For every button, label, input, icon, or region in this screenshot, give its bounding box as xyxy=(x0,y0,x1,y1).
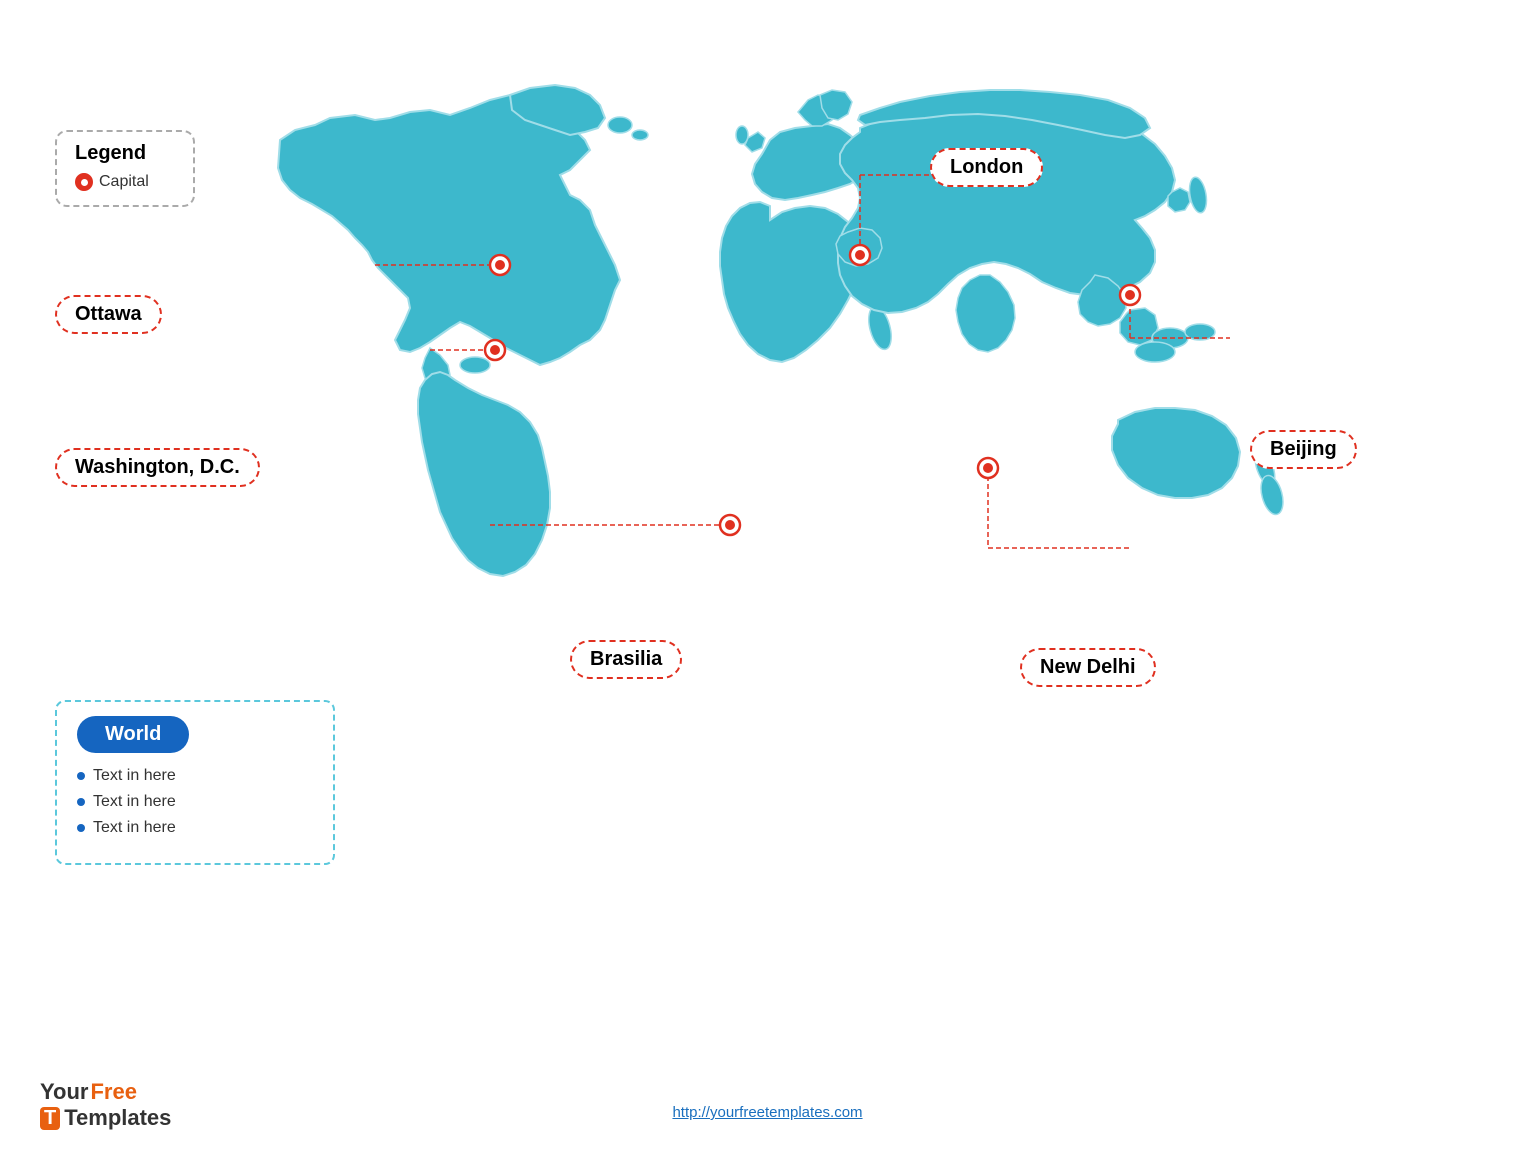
bullet-dot xyxy=(77,824,85,832)
main-container: Legend Capital xyxy=(0,0,1535,1151)
logo-t-icon: T xyxy=(40,1107,60,1130)
logo-area: Your Free T Templates xyxy=(40,1079,171,1131)
capital-label: Capital xyxy=(99,173,149,191)
ottawa-label: Ottawa xyxy=(55,295,162,334)
new-delhi-label: New Delhi xyxy=(1020,648,1156,687)
beijing-label: Beijing xyxy=(1250,430,1357,469)
capital-icon xyxy=(75,173,93,191)
logo-your: Your xyxy=(40,1079,88,1105)
info-item-1: Text in here xyxy=(77,793,313,811)
legend-item-capital: Capital xyxy=(75,173,175,191)
logo-free: Free xyxy=(90,1079,136,1105)
footer: http://yourfreetemplates.com xyxy=(0,1104,1535,1121)
capital-icon-inner xyxy=(81,179,88,186)
footer-link[interactable]: http://yourfreetemplates.com xyxy=(672,1104,862,1121)
washington-label: Washington, D.C. xyxy=(55,448,260,487)
bullet-dot xyxy=(77,798,85,806)
brasilia-label: Brasilia xyxy=(570,640,682,679)
bullet-dot xyxy=(77,772,85,780)
legend-title: Legend xyxy=(75,142,175,165)
legend-box: Legend Capital xyxy=(55,130,195,207)
london-label: London xyxy=(930,148,1043,187)
info-item-0: Text in here xyxy=(77,767,313,785)
info-list: Text in here Text in here Text in here xyxy=(77,767,313,837)
info-panel: World Text in hereText in hereText in he… xyxy=(55,700,335,865)
world-badge: World xyxy=(77,716,189,753)
logo-templates: Templates xyxy=(64,1105,171,1131)
info-item-2: Text in here xyxy=(77,819,313,837)
